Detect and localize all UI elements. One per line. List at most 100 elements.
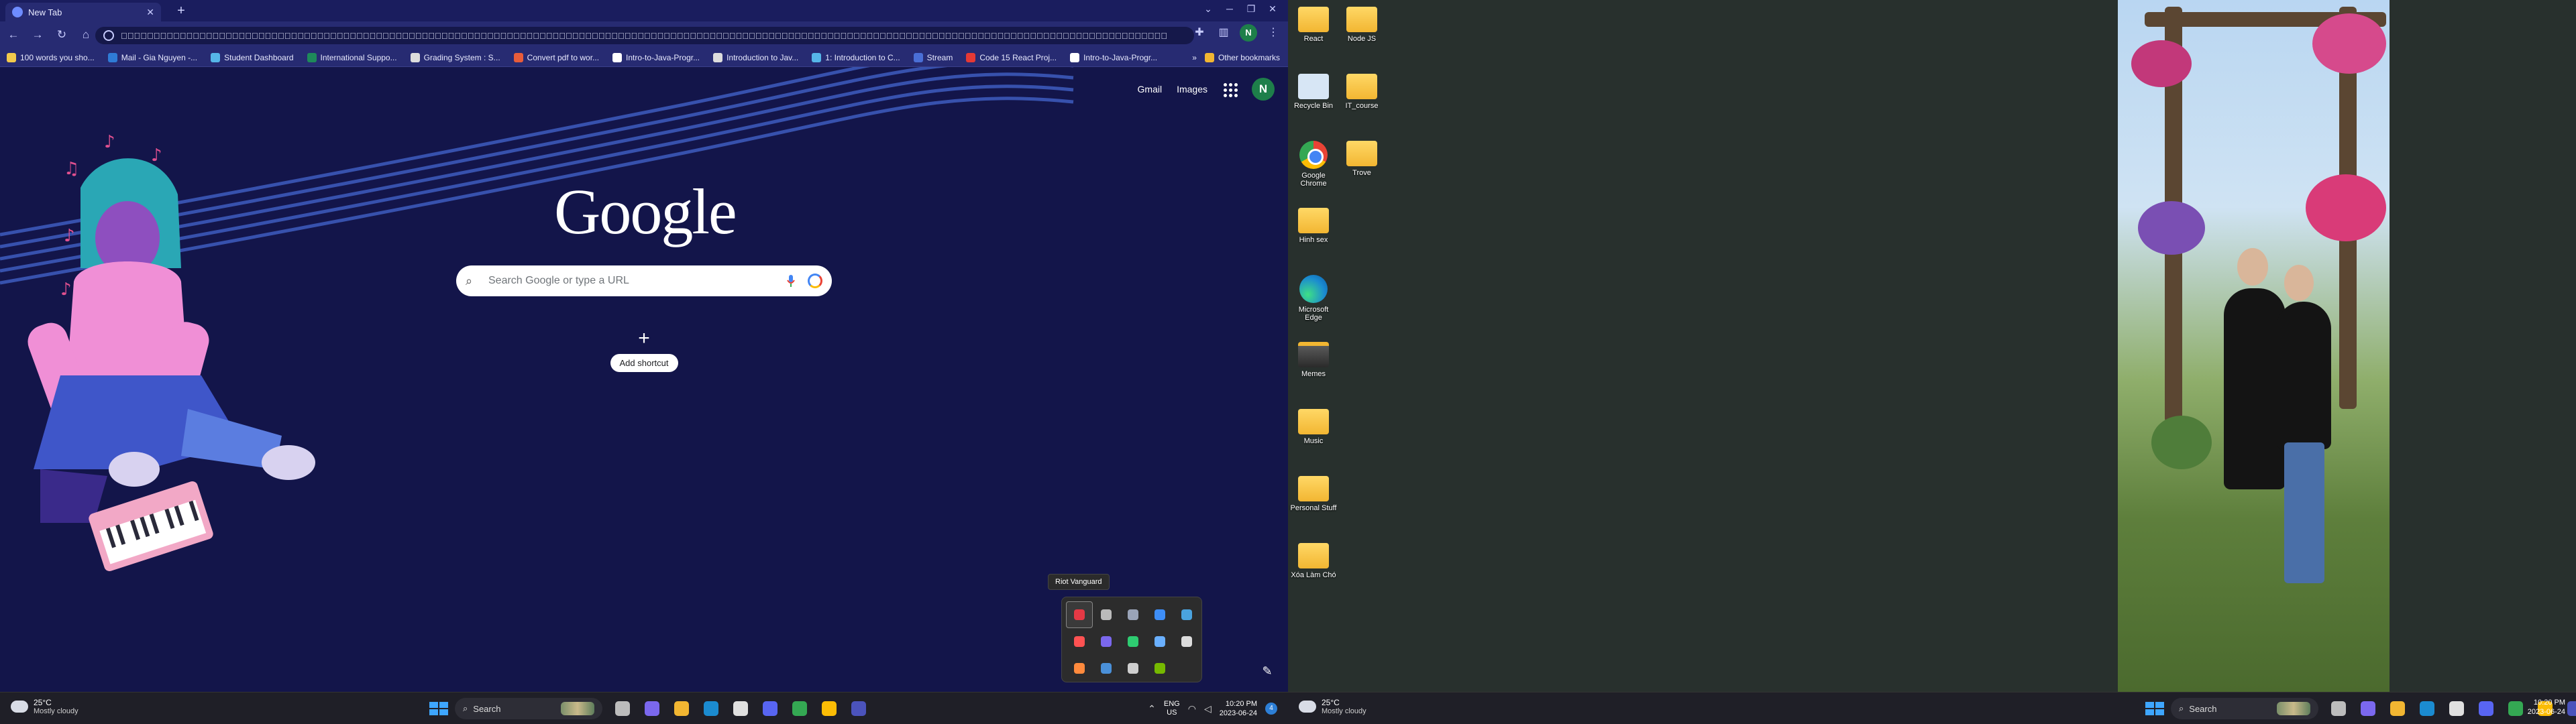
discord-icon[interactable] — [757, 697, 784, 721]
add-shortcut-tile[interactable]: + Add shortcut — [609, 328, 679, 372]
chrome-icon[interactable] — [2502, 697, 2529, 721]
steam-icon[interactable] — [1120, 601, 1146, 628]
bookmark-item[interactable]: Convert pdf to wor... — [513, 52, 599, 62]
discord-icon[interactable] — [2473, 697, 2500, 721]
new-tab-button[interactable]: + — [173, 3, 189, 19]
gmail-link[interactable]: Gmail — [1138, 84, 1163, 95]
teams-icon[interactable] — [1093, 628, 1120, 655]
customize-pencil-icon[interactable]: ✎ — [1257, 661, 1277, 681]
desktop-icon[interactable]: Memes — [1289, 342, 1338, 378]
wifi-icon[interactable]: ◠ — [1188, 703, 1196, 715]
forward-icon[interactable]: → — [27, 24, 48, 46]
desktop-icon[interactable]: Music — [1289, 409, 1338, 445]
start-button[interactable] — [424, 697, 448, 721]
lens-search-icon[interactable] — [808, 274, 822, 288]
chrome-profile-icon[interactable] — [816, 697, 843, 721]
teams-chat-icon[interactable] — [639, 697, 665, 721]
bookmark-item[interactable]: 100 words you sho... — [7, 52, 95, 62]
orange-app-icon[interactable] — [1066, 655, 1093, 682]
file-explorer-icon[interactable] — [2384, 697, 2411, 721]
nvidia-icon[interactable] — [1146, 655, 1173, 682]
weather-widget[interactable]: 25°C Mostly cloudy — [7, 697, 78, 715]
extensions-icon[interactable]: ✚ — [1191, 25, 1208, 41]
teams-icon-glyph — [2567, 701, 2576, 716]
volume-icon[interactable]: ◁ — [1204, 703, 1212, 715]
desktop-icon[interactable]: Hinh sex — [1289, 208, 1338, 244]
language-indicator[interactable]: ENG US — [1164, 700, 1180, 717]
clock[interactable]: 10:20 PM 2023-06-24 — [1220, 699, 1257, 718]
desktop-icon[interactable]: Trove — [1338, 141, 1386, 177]
bookmark-item[interactable]: Introduction to Jav... — [713, 52, 798, 62]
start-button[interactable] — [2140, 697, 2164, 721]
bookmark-item[interactable]: Intro-to-Java-Progr... — [1070, 52, 1157, 62]
desktop-icon[interactable]: Microsoft Edge — [1289, 275, 1338, 322]
ntp-search-input[interactable] — [482, 275, 777, 287]
edge-icon[interactable] — [698, 697, 724, 721]
site-info-icon[interactable] — [103, 30, 114, 41]
controller-icon[interactable] — [1093, 601, 1120, 628]
teams-chat-icon[interactable] — [2355, 697, 2381, 721]
bookmark-item[interactable]: Grading System : S... — [410, 52, 500, 62]
security-icon[interactable] — [1066, 628, 1093, 655]
images-link[interactable]: Images — [1177, 84, 1208, 95]
bookmark-item[interactable]: Student Dashboard — [211, 52, 294, 62]
bookmark-item[interactable]: International Suppo... — [307, 52, 397, 62]
minimize-button[interactable]: ─ — [1220, 3, 1240, 14]
chevron-up-icon[interactable]: ⌃ — [1148, 703, 1156, 715]
ntp-search-box[interactable]: ⌕ — [456, 265, 832, 296]
file-explorer-icon[interactable] — [668, 697, 695, 721]
other-bookmarks-folder[interactable]: Other bookmarks — [1204, 52, 1280, 62]
bookmark-item[interactable]: Code 15 React Proj... — [966, 52, 1057, 62]
profile-avatar[interactable]: N — [1240, 24, 1257, 42]
bookmark-item[interactable]: Intro-to-Java-Progr... — [612, 52, 700, 62]
weather-widget[interactable]: 25°C Mostly cloudy — [1295, 697, 1366, 715]
clock[interactable]: 10:20 PM 2023-06-24 — [2528, 698, 2565, 717]
blue-app-icon[interactable] — [1093, 655, 1120, 682]
store-icon[interactable] — [727, 697, 754, 721]
more-menu-icon[interactable]: ⋮ — [1265, 25, 1281, 41]
desktop-icon[interactable]: React — [1289, 7, 1338, 43]
bluetooth-icon[interactable] — [1146, 601, 1173, 628]
bookmark-item[interactable]: Stream — [913, 52, 953, 62]
desktop-icon[interactable]: Node JS — [1338, 7, 1386, 43]
taskbar-search[interactable]: ⌕ Search — [2171, 698, 2318, 719]
task-view-icon[interactable] — [609, 697, 636, 721]
google-apps-icon[interactable] — [1222, 82, 1238, 97]
mouse-icon[interactable] — [1173, 628, 1200, 655]
desktop-icon[interactable]: Xóa Làm Chó — [1289, 543, 1338, 579]
tab-new-tab[interactable]: New Tab ✕ — [5, 3, 161, 21]
steam-alt-icon[interactable] — [1146, 628, 1173, 655]
address-bar[interactable]:                                         … — [95, 27, 1194, 44]
xbox-icon[interactable] — [1120, 628, 1146, 655]
side-panel-icon[interactable]: ▥ — [1216, 25, 1232, 41]
account-avatar[interactable]: N — [1252, 78, 1275, 101]
chrome-icon-glyph — [792, 701, 807, 716]
clock-app-icon[interactable] — [1120, 655, 1146, 682]
maximize-button[interactable]: ❐ — [1241, 3, 1261, 15]
notification-badge[interactable]: 4 — [1265, 703, 1277, 715]
tab-search-icon[interactable]: ⌄ — [1198, 3, 1218, 15]
weather-cloud-icon — [1295, 697, 1316, 713]
close-tab-icon[interactable]: ✕ — [146, 7, 154, 18]
bookmark-item[interactable]: Mail - Gia Nguyen -... — [107, 52, 197, 62]
desktop-icon[interactable]: Google Chrome — [1289, 141, 1338, 188]
other-bookmarks-label: Other bookmarks — [1218, 52, 1280, 62]
bookmarks-overflow-button[interactable]: » — [1192, 53, 1197, 62]
chrome-icon[interactable] — [786, 697, 813, 721]
desktop-icon[interactable]: Personal Stuff — [1289, 476, 1338, 512]
reload-icon[interactable]: ↻ — [51, 24, 72, 46]
desktop-icon[interactable]: IT_course — [1338, 74, 1386, 110]
task-view-icon[interactable] — [2325, 697, 2352, 721]
cloud-sync-icon[interactable] — [1173, 601, 1200, 628]
close-window-button[interactable]: ✕ — [1263, 3, 1283, 15]
edge-icon[interactable] — [2414, 697, 2440, 721]
home-icon[interactable]: ⌂ — [75, 24, 97, 46]
teams-icon[interactable] — [845, 697, 872, 721]
voice-search-icon[interactable] — [784, 274, 798, 288]
bookmark-item[interactable]: 1: Introduction to C... — [812, 52, 900, 62]
taskbar-search[interactable]: ⌕ Search — [455, 698, 602, 719]
riot-vanguard-icon[interactable] — [1066, 601, 1093, 628]
desktop-icon[interactable]: Recycle Bin — [1289, 74, 1338, 110]
back-icon[interactable]: ← — [3, 24, 24, 46]
store-icon[interactable] — [2443, 697, 2470, 721]
